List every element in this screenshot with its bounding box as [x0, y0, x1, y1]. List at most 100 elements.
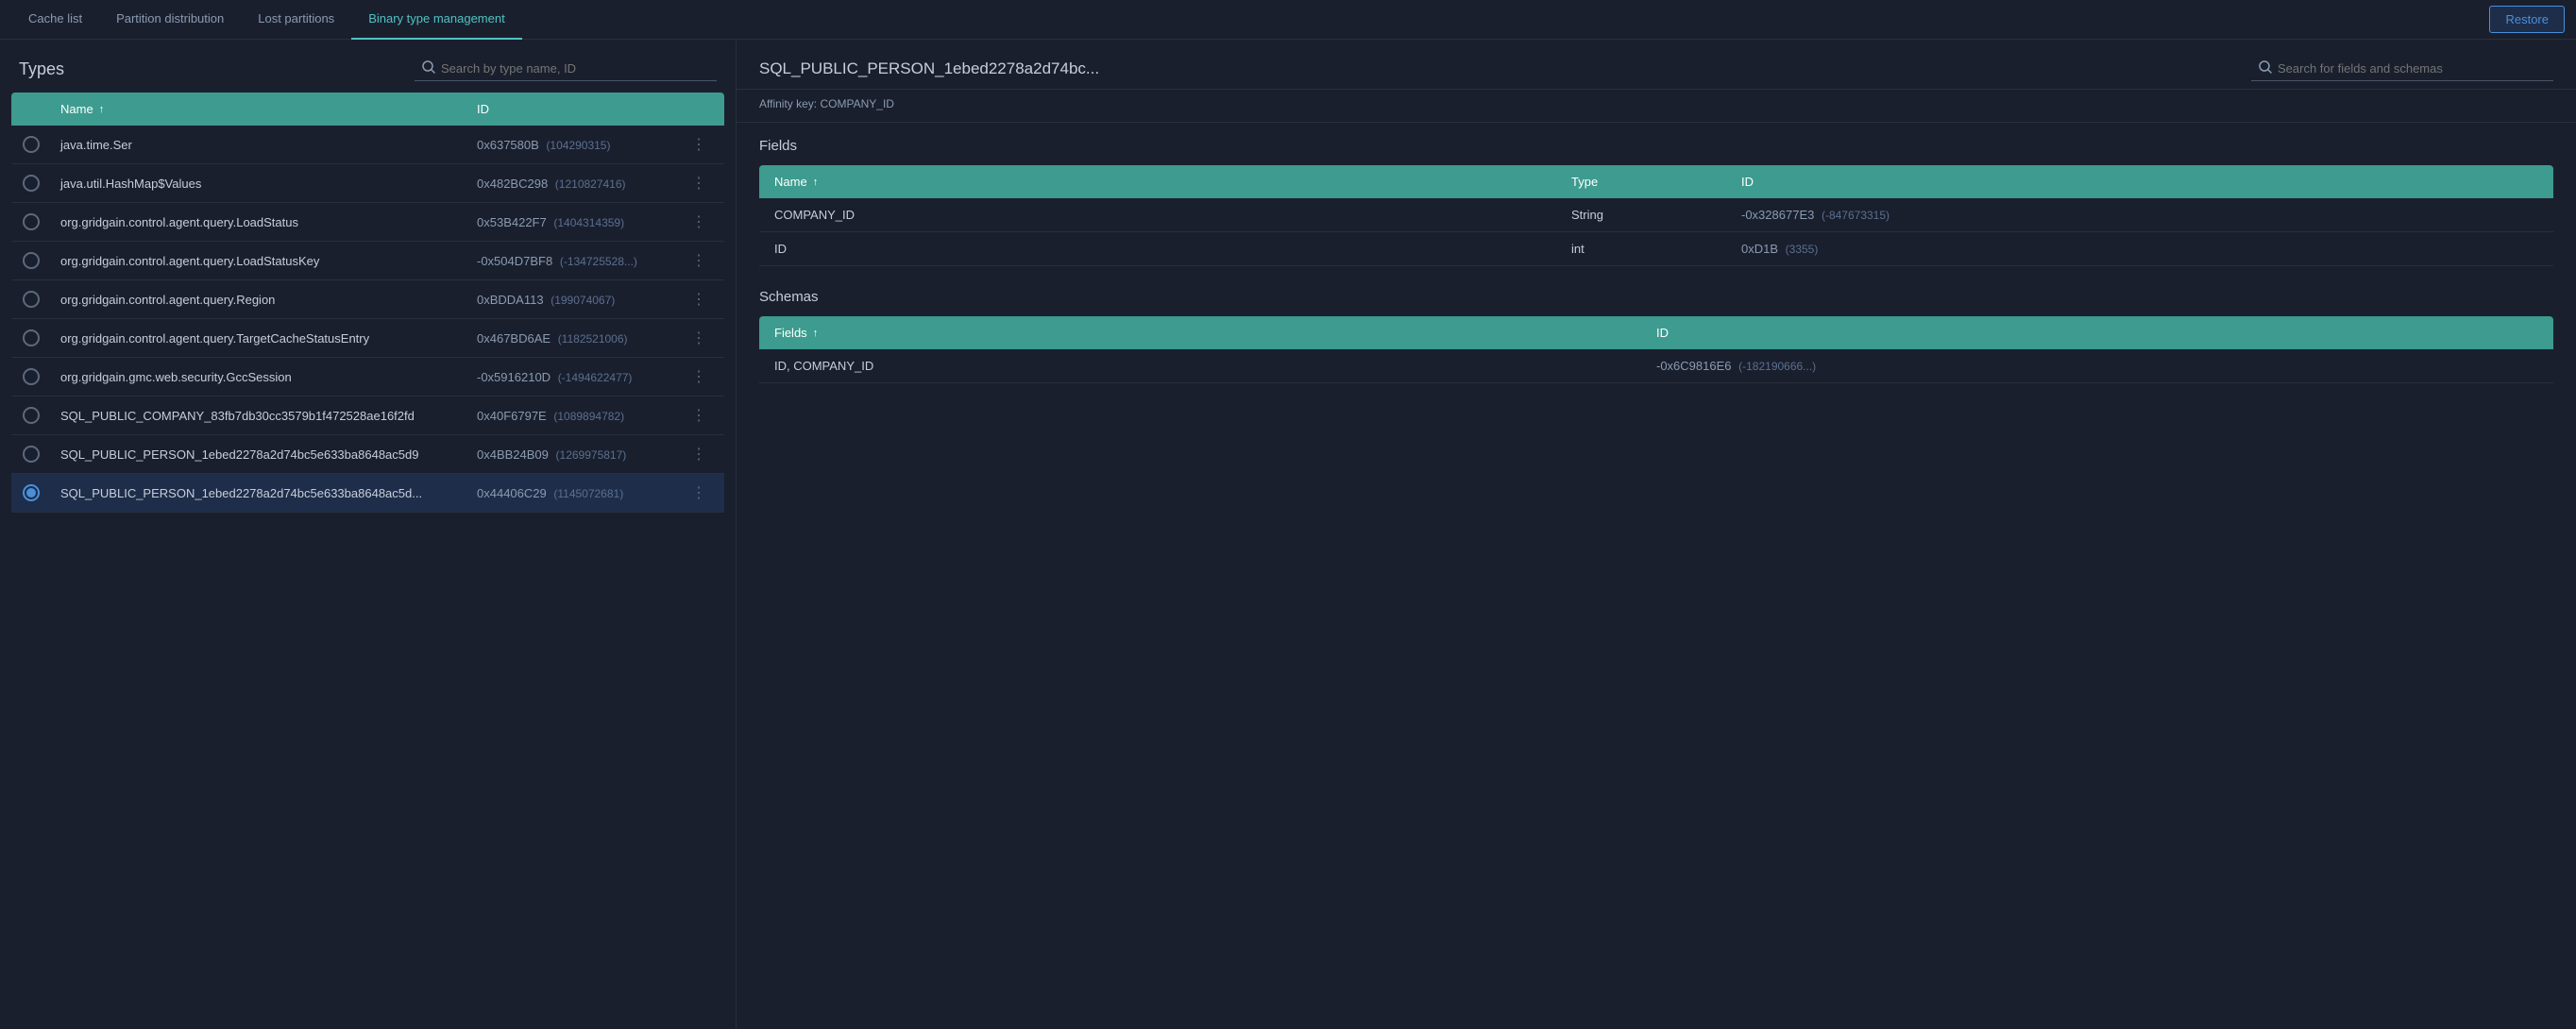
fields-search-input[interactable]: [2278, 61, 2546, 76]
fields-row: COMPANY_ID String -0x328677E3 (-84767331…: [759, 198, 2553, 232]
search-icon: [2259, 60, 2272, 76]
types-search-box[interactable]: [415, 57, 717, 81]
types-table: Name ↑ ID java.time.Ser 0x637580B (10429…: [11, 93, 724, 1029]
row-id-4: 0xBDDA113 (199074067): [477, 293, 685, 307]
tab-partition-distribution[interactable]: Partition distribution: [99, 0, 241, 40]
row-id-5: 0x467BD6AE (1182521006): [477, 331, 685, 346]
types-title: Types: [19, 59, 64, 79]
row-more-icon-9[interactable]: ⋮: [685, 483, 713, 502]
row-id-1: 0x482BC298 (1210827416): [477, 177, 685, 191]
row-name-8: SQL_PUBLIC_PERSON_1ebed2278a2d74bc5e633b…: [60, 447, 477, 462]
field-id-0: -0x328677E3 (-847673315): [1741, 208, 2538, 222]
types-search-input[interactable]: [441, 61, 709, 76]
row-id-6: -0x5916210D (-1494622477): [477, 370, 685, 384]
schemas-section-title: Schemas: [759, 289, 2553, 305]
restore-button[interactable]: Restore: [2489, 6, 2565, 33]
row-id-7: 0x40F6797E (1089894782): [477, 409, 685, 423]
left-panel: Types Name ↑ ID: [0, 40, 737, 1029]
row-radio-5[interactable]: [23, 329, 40, 346]
row-more-icon-7[interactable]: ⋮: [685, 406, 713, 425]
fields-table-header: Name ↑ Type ID: [759, 165, 2553, 198]
main-layout: Types Name ↑ ID: [0, 40, 2576, 1029]
row-more-icon-1[interactable]: ⋮: [685, 174, 713, 193]
row-name-2: org.gridgain.control.agent.query.LoadSta…: [60, 215, 477, 229]
field-id-1: 0xD1B (3355): [1741, 242, 2538, 256]
row-radio-8[interactable]: [23, 446, 40, 463]
fields-row: ID int 0xD1B (3355): [759, 232, 2553, 266]
header-name-col: Name ↑: [60, 102, 477, 116]
affinity-key-bar: Affinity key: COMPANY_ID: [737, 90, 2576, 123]
row-radio-1[interactable]: [23, 175, 40, 192]
row-name-3: org.gridgain.control.agent.query.LoadSta…: [60, 254, 477, 268]
right-panel-header: SQL_PUBLIC_PERSON_1ebed2278a2d74bc...: [737, 40, 2576, 90]
field-name-1: ID: [774, 242, 1571, 256]
affinity-key-label: Affinity key:: [759, 97, 817, 110]
right-panel: SQL_PUBLIC_PERSON_1ebed2278a2d74bc... Af…: [737, 40, 2576, 1029]
tab-binary-type-management[interactable]: Binary type management: [351, 0, 522, 40]
row-id-8: 0x4BB24B09 (1269975817): [477, 447, 685, 462]
table-row[interactable]: SQL_PUBLIC_COMPANY_83fb7db30cc3579b1f472…: [11, 396, 724, 435]
table-row[interactable]: org.gridgain.control.agent.query.TargetC…: [11, 319, 724, 358]
row-more-icon-2[interactable]: ⋮: [685, 212, 713, 231]
table-row[interactable]: java.time.Ser 0x637580B (104290315) ⋮: [11, 126, 724, 164]
row-more-icon-0[interactable]: ⋮: [685, 135, 713, 154]
row-more-icon-4[interactable]: ⋮: [685, 290, 713, 309]
types-rows-container: java.time.Ser 0x637580B (104290315) ⋮ ja…: [11, 126, 724, 513]
row-name-6: org.gridgain.gmc.web.security.GccSession: [60, 370, 477, 384]
row-more-icon-3[interactable]: ⋮: [685, 251, 713, 270]
row-radio-7[interactable]: [23, 407, 40, 424]
schemas-row: ID, COMPANY_ID -0x6C9816E6 (-182190666..…: [759, 349, 2553, 383]
row-radio-9[interactable]: [23, 484, 40, 501]
field-type-1: int: [1571, 242, 1741, 256]
top-navigation: Cache list Partition distribution Lost p…: [0, 0, 2576, 40]
schemas-section: Schemas Fields ↑ ID ID, COMPANY_ID -0x6C…: [759, 289, 2553, 383]
schema-fields-0: ID, COMPANY_ID: [774, 359, 1656, 373]
sort-arrow-icon: ↑: [813, 328, 819, 339]
row-radio-6[interactable]: [23, 368, 40, 385]
row-more-icon-8[interactable]: ⋮: [685, 445, 713, 464]
row-name-9: SQL_PUBLIC_PERSON_1ebed2278a2d74bc5e633b…: [60, 486, 477, 500]
row-radio-4[interactable]: [23, 291, 40, 308]
fields-name-col: Name ↑: [774, 175, 1571, 189]
row-name-0: java.time.Ser: [60, 138, 477, 152]
row-radio-3[interactable]: [23, 252, 40, 269]
right-panel-title: SQL_PUBLIC_PERSON_1ebed2278a2d74bc...: [759, 59, 1099, 78]
fields-rows-container: COMPANY_ID String -0x328677E3 (-84767331…: [759, 198, 2553, 266]
row-radio-2[interactable]: [23, 213, 40, 230]
schemas-table-header: Fields ↑ ID: [759, 316, 2553, 349]
table-row[interactable]: org.gridgain.control.agent.query.Region …: [11, 280, 724, 319]
sort-arrow-icon: ↑: [99, 104, 105, 115]
schemas-rows-container: ID, COMPANY_ID -0x6C9816E6 (-182190666..…: [759, 349, 2553, 383]
row-id-0: 0x637580B (104290315): [477, 138, 685, 152]
types-table-header: Name ↑ ID: [11, 93, 724, 126]
row-name-7: SQL_PUBLIC_COMPANY_83fb7db30cc3579b1f472…: [60, 409, 477, 423]
row-id-9: 0x44406C29 (1145072681): [477, 486, 685, 500]
table-row[interactable]: java.util.HashMap$Values 0x482BC298 (121…: [11, 164, 724, 203]
schemas-fields-col: Fields ↑: [774, 326, 1656, 340]
row-name-4: org.gridgain.control.agent.query.Region: [60, 293, 477, 307]
tab-cache-list[interactable]: Cache list: [11, 0, 99, 40]
row-name-1: java.util.HashMap$Values: [60, 177, 477, 191]
table-row[interactable]: org.gridgain.control.agent.query.LoadSta…: [11, 242, 724, 280]
table-row[interactable]: org.gridgain.control.agent.query.LoadSta…: [11, 203, 724, 242]
row-id-2: 0x53B422F7 (1404314359): [477, 215, 685, 229]
schemas-id-col: ID: [1656, 326, 2538, 340]
table-row[interactable]: org.gridgain.gmc.web.security.GccSession…: [11, 358, 724, 396]
schema-id-0: -0x6C9816E6 (-182190666...): [1656, 359, 2538, 373]
fields-type-col: Type: [1571, 175, 1741, 189]
right-content: Fields Name ↑ Type ID COMPANY_ID String …: [737, 123, 2576, 1029]
fields-section: Fields Name ↑ Type ID COMPANY_ID String …: [759, 138, 2553, 266]
fields-search-box[interactable]: [2251, 57, 2553, 81]
tab-lost-partitions[interactable]: Lost partitions: [241, 0, 351, 40]
table-row[interactable]: SQL_PUBLIC_PERSON_1ebed2278a2d74bc5e633b…: [11, 435, 724, 474]
row-radio-0[interactable]: [23, 136, 40, 153]
row-more-icon-5[interactable]: ⋮: [685, 329, 713, 347]
field-name-0: COMPANY_ID: [774, 208, 1571, 222]
row-more-icon-6[interactable]: ⋮: [685, 367, 713, 386]
table-row[interactable]: SQL_PUBLIC_PERSON_1ebed2278a2d74bc5e633b…: [11, 474, 724, 513]
row-name-5: org.gridgain.control.agent.query.TargetC…: [60, 331, 477, 346]
row-id-3: -0x504D7BF8 (-134725528...): [477, 254, 685, 268]
fields-id-col: ID: [1741, 175, 2538, 189]
sort-arrow-icon: ↑: [813, 177, 819, 188]
fields-section-title: Fields: [759, 138, 2553, 154]
